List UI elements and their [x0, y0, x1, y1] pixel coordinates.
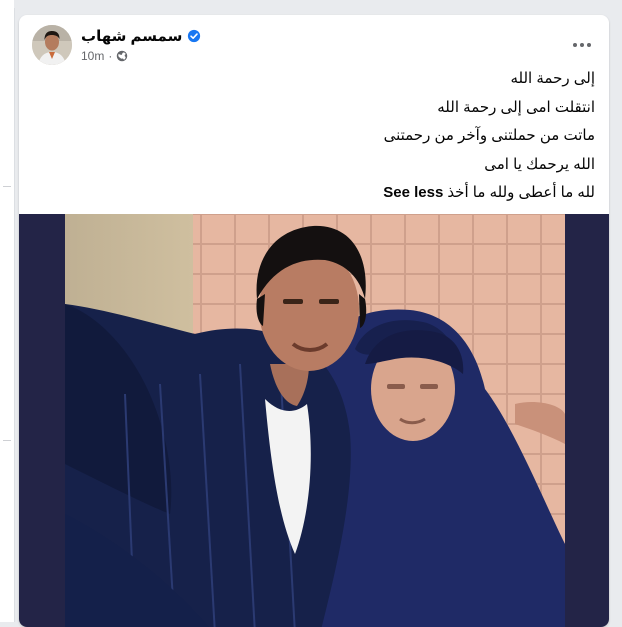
post-line: الله يرحمك يا امى — [484, 155, 595, 173]
photo-container[interactable] — [19, 214, 609, 627]
previous-card-edge — [14, 0, 622, 8]
photo-illustration — [65, 214, 565, 627]
post-photo[interactable] — [65, 214, 565, 627]
author-name[interactable]: سمسم شهاب — [81, 27, 182, 45]
rail-divider — [3, 186, 11, 187]
see-less-link[interactable]: See less — [383, 184, 443, 201]
post-timestamp[interactable]: 10m — [81, 49, 104, 63]
more-options-icon — [573, 43, 591, 47]
post-card: سمسم شهاب 10m · إلى رحمة الله انتقلت امى… — [19, 15, 609, 627]
avatar[interactable] — [32, 25, 72, 65]
post-meta: 10m · — [81, 49, 128, 63]
post-text: إلى رحمة الله انتقلت امى إلى رحمة الله م… — [35, 69, 595, 212]
avatar-image — [32, 25, 72, 65]
post-header: سمسم شهاب 10m · — [19, 15, 609, 75]
author-row: سمسم شهاب — [81, 27, 201, 45]
more-options-button[interactable] — [567, 30, 597, 60]
globe-icon[interactable] — [116, 50, 128, 62]
rail-divider — [3, 440, 11, 441]
post-line: انتقلت امى إلى رحمة الله — [437, 98, 595, 116]
left-rail — [0, 0, 15, 622]
meta-separator: · — [108, 49, 113, 63]
verified-badge-icon — [188, 29, 201, 43]
post-line-last: لله ما أعطى ولله ما أخذSee less — [35, 183, 595, 203]
post-line: إلى رحمة الله — [510, 70, 595, 87]
post-line: ماتت من حملتنى وآخر من رحمتنى — [383, 127, 595, 144]
post-line-text: لله ما أعطى ولله ما أخذ — [447, 184, 595, 201]
